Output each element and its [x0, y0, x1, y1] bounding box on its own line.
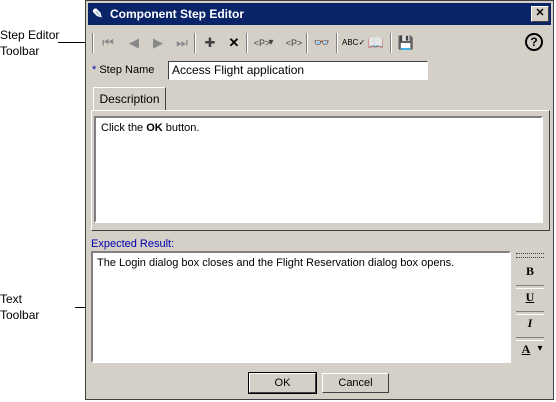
spell-check-button[interactable]: ABC✓: [342, 33, 365, 53]
bold-button[interactable]: B: [520, 261, 540, 281]
description-editor[interactable]: Click the OK button.: [94, 116, 543, 223]
pencil-icon: ✎: [92, 6, 103, 21]
delete-step-button[interactable]: ✕: [224, 33, 244, 53]
step-editor-toolbar-callout: Step Editor Toolbar: [0, 27, 59, 59]
font-color-dropdown-arrow[interactable]: ▾: [534, 339, 546, 359]
toolbar-separator: [336, 33, 338, 53]
save-button[interactable]: 💾: [396, 33, 416, 53]
font-color-button[interactable]: A: [516, 339, 536, 359]
find-button[interactable]: 👓: [312, 33, 332, 53]
description-text-bold: OK: [146, 122, 163, 134]
toolbar-separator: [92, 33, 94, 53]
parameter-options-button[interactable]: <P>: [284, 33, 304, 53]
step-name-label: * Step Name: [92, 64, 154, 76]
italic-button[interactable]: I: [520, 313, 540, 333]
description-text-after: button.: [162, 122, 200, 134]
expected-result-label: Expected Result:: [91, 238, 175, 250]
window-title: Component Step Editor: [110, 7, 244, 21]
thesaurus-button[interactable]: 📖: [366, 33, 386, 53]
new-step-button[interactable]: ✚: [200, 33, 220, 53]
help-icon[interactable]: ?: [525, 33, 543, 51]
toolbar-separator: [306, 33, 308, 53]
toolbar-separator: [194, 33, 196, 53]
underline-button[interactable]: U: [520, 287, 540, 307]
last-step-button[interactable]: ⏭: [172, 33, 192, 53]
ok-button[interactable]: OK: [248, 372, 317, 394]
callout-line-2: Toolbar: [0, 308, 40, 322]
callout-line-1: Step Editor: [0, 28, 60, 42]
text-toolbar: B U I A ▾: [512, 251, 548, 363]
callout-line-1: Text: [0, 292, 23, 306]
first-step-button[interactable]: ⏮: [98, 33, 118, 53]
text-toolbar-callout: Text Toolbar: [0, 291, 39, 323]
step-name-input[interactable]: Access Flight application: [168, 61, 428, 80]
close-button[interactable]: ✕: [531, 6, 549, 22]
required-mark: *: [92, 64, 97, 76]
toolbar-separator: [390, 33, 392, 53]
previous-step-button[interactable]: ◀: [124, 33, 144, 53]
expected-result-editor[interactable]: The Login dialog box closes and the Flig…: [91, 251, 511, 363]
title-bar: ✎ Component Step Editor ✕: [88, 3, 551, 25]
step-editor-toolbar: ⏮ ◀ ▶ ⏭ ✚ ✕ <P> ▾ <P> 👓 ABC✓ 📖 💾 ?: [90, 29, 549, 57]
toolbar-separator: [246, 33, 248, 53]
tab-description[interactable]: Description: [93, 87, 166, 111]
next-step-button[interactable]: ▶: [148, 33, 168, 53]
toolbar-grip[interactable]: [516, 253, 544, 258]
component-step-editor-window: ✎ Component Step Editor ✕ ⏮ ◀ ▶ ⏭ ✚ ✕ <P…: [85, 0, 554, 400]
step-name-text: Step Name: [99, 64, 155, 76]
cancel-button[interactable]: Cancel: [322, 373, 389, 393]
callout-line-2: Toolbar: [0, 44, 40, 58]
description-text-before: Click the: [101, 122, 147, 134]
parameter-dropdown-arrow[interactable]: ▾: [266, 33, 276, 53]
